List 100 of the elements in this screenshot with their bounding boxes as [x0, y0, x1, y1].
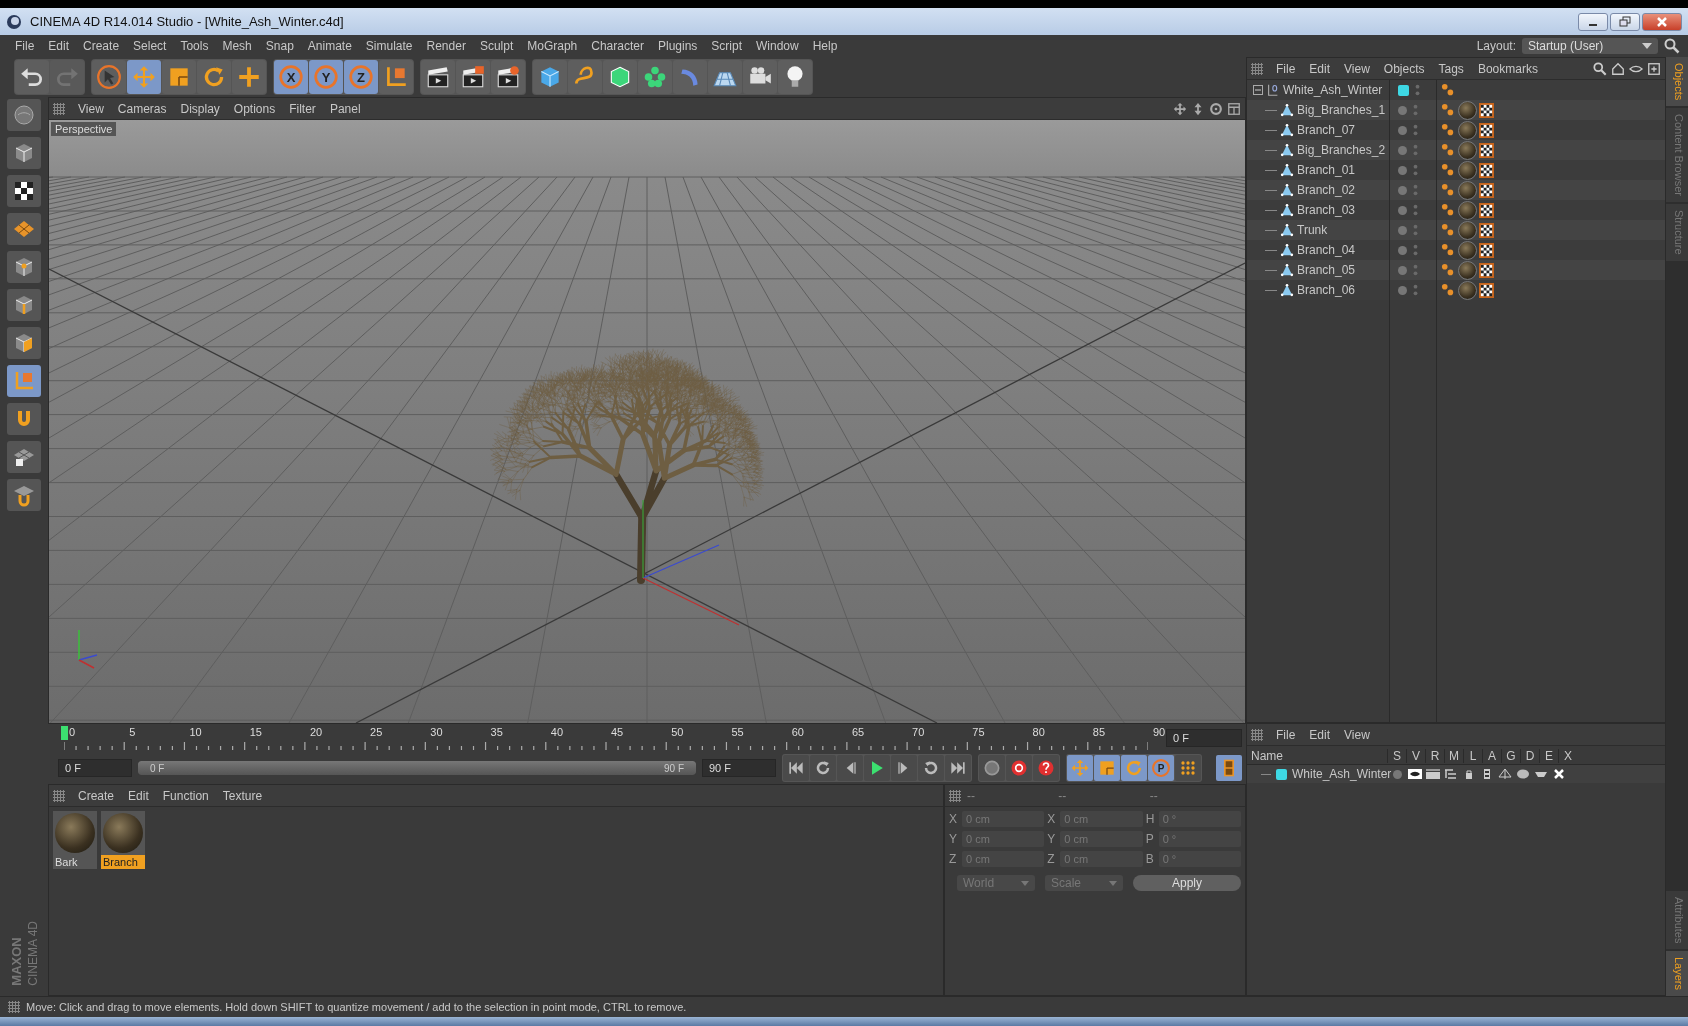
- column-header[interactable]: M: [1444, 749, 1463, 763]
- menu-item[interactable]: File: [1269, 61, 1303, 76]
- object-row[interactable]: Big_Branches_2: [1247, 140, 1665, 160]
- menu-item[interactable]: MoGraph: [520, 39, 585, 53]
- phong-tag-icon[interactable]: [1441, 82, 1456, 98]
- layout-dropdown[interactable]: Startup (User): [1522, 38, 1658, 54]
- phong-tag-icon[interactable]: [1441, 142, 1456, 158]
- workplane-button[interactable]: [7, 213, 41, 245]
- render-picture-button[interactable]: [456, 60, 490, 94]
- menu-item[interactable]: Sculpt: [472, 39, 521, 53]
- menu-item[interactable]: Script: [704, 39, 749, 53]
- end-frame-field[interactable]: 90 F: [702, 759, 776, 777]
- timeline-button[interactable]: [1216, 755, 1242, 781]
- texture-tag-icon[interactable]: [1479, 162, 1494, 178]
- start-frame-field[interactable]: 0 F: [58, 759, 132, 777]
- visibility-dots-icon[interactable]: [1413, 224, 1418, 236]
- magnet-button[interactable]: [7, 403, 41, 435]
- visibility-dots-icon[interactable]: [1413, 204, 1418, 216]
- viewport[interactable]: Perspective: [49, 120, 1245, 723]
- expression-icon[interactable]: [1534, 769, 1548, 779]
- phong-tag-icon[interactable]: [1441, 282, 1456, 298]
- column-header[interactable]: Name: [1247, 749, 1387, 763]
- frame-range-slider[interactable]: 0 F 90 F: [138, 761, 696, 775]
- next-frame-button[interactable]: [891, 755, 917, 781]
- menu-item[interactable]: View: [71, 101, 111, 116]
- visibility-dots-icon[interactable]: [1413, 104, 1418, 116]
- column-header[interactable]: G: [1501, 749, 1520, 763]
- go-end-button[interactable]: [945, 755, 971, 781]
- menu-item[interactable]: Bookmarks: [1470, 61, 1545, 76]
- column-header[interactable]: E: [1539, 749, 1558, 763]
- collapse-icon[interactable]: [1253, 85, 1263, 95]
- pan-icon[interactable]: [1173, 101, 1187, 116]
- grid-lock-button[interactable]: [7, 441, 41, 473]
- key-points-button[interactable]: [1175, 755, 1201, 781]
- material-item[interactable]: Branch: [101, 811, 145, 869]
- column-header[interactable]: A: [1482, 749, 1501, 763]
- phong-tag-icon[interactable]: [1441, 202, 1456, 218]
- generator-icon[interactable]: [1498, 769, 1512, 779]
- column-header[interactable]: V: [1406, 749, 1425, 763]
- object-row[interactable]: Branch_02: [1247, 180, 1665, 200]
- search-icon[interactable]: [1664, 38, 1680, 54]
- floor-button[interactable]: [708, 60, 742, 94]
- menu-item[interactable]: Cameras: [110, 101, 174, 116]
- autokey-button[interactable]: [1033, 755, 1059, 781]
- menu-item[interactable]: Tools: [173, 39, 216, 53]
- column-header[interactable]: D: [1520, 749, 1539, 763]
- points-button[interactable]: [7, 251, 41, 283]
- edges-button[interactable]: [7, 289, 41, 321]
- object-row[interactable]: Big_Branches_1: [1247, 100, 1665, 120]
- visibility-dots-icon[interactable]: [1413, 244, 1418, 256]
- material-item[interactable]: Bark: [53, 811, 97, 869]
- play-button[interactable]: [864, 755, 890, 781]
- visibility-dots-icon[interactable]: [1413, 164, 1418, 176]
- panel-grip-icon[interactable]: [53, 789, 65, 802]
- select-button[interactable]: [92, 60, 126, 94]
- texture-button[interactable]: [7, 175, 41, 207]
- new-window-icon[interactable]: [1647, 61, 1661, 76]
- phong-tag-icon[interactable]: [1441, 182, 1456, 198]
- menu-item[interactable]: Function: [155, 788, 216, 803]
- phong-tag-icon[interactable]: [1441, 262, 1456, 278]
- side-tab[interactable]: Layers: [1666, 950, 1688, 996]
- render-view-button[interactable]: [421, 60, 455, 94]
- layer-row[interactable]: White_Ash_Winter: [1247, 765, 1665, 783]
- side-tab[interactable]: Objects: [1666, 57, 1688, 107]
- visibility-dots-icon[interactable]: [1413, 284, 1418, 296]
- texture-tag-icon[interactable]: [1479, 282, 1494, 298]
- snap-button[interactable]: [7, 479, 41, 511]
- menu-item[interactable]: File: [8, 39, 42, 53]
- menu-item[interactable]: Edit: [121, 788, 156, 803]
- menu-item[interactable]: Snap: [258, 39, 301, 53]
- visibility-dots-icon[interactable]: [1413, 124, 1418, 136]
- menu-item[interactable]: View: [1337, 61, 1377, 76]
- apply-button[interactable]: Apply: [1133, 875, 1241, 891]
- menu-item[interactable]: Display: [173, 101, 227, 116]
- next-key-button[interactable]: [918, 755, 944, 781]
- clapper-icon[interactable]: [1426, 769, 1440, 779]
- menu-item[interactable]: File: [1269, 727, 1303, 742]
- column-header[interactable]: S: [1387, 749, 1406, 763]
- menu-item[interactable]: Select: [126, 39, 174, 53]
- go-start-button[interactable]: [783, 755, 809, 781]
- deformer-icon[interactable]: [1516, 769, 1530, 779]
- menu-item[interactable]: Mesh: [215, 39, 259, 53]
- orbit-icon[interactable]: [1209, 101, 1223, 116]
- menu-item[interactable]: Texture: [215, 788, 270, 803]
- object-row[interactable]: Branch_05: [1247, 260, 1665, 280]
- subdivision-button[interactable]: [603, 60, 637, 94]
- menu-item[interactable]: Simulate: [358, 39, 420, 53]
- phong-tag-icon[interactable]: [1441, 162, 1456, 178]
- undo-button[interactable]: [15, 60, 49, 94]
- texture-tag-icon[interactable]: [1479, 242, 1494, 258]
- texture-tag-icon[interactable]: [1479, 142, 1494, 158]
- menu-item[interactable]: Tags: [1431, 61, 1471, 76]
- model-button[interactable]: [7, 137, 41, 169]
- phong-tag-icon[interactable]: [1441, 102, 1456, 118]
- visibility-dots-icon[interactable]: [1415, 84, 1420, 96]
- hierarchy-icon[interactable]: [1444, 769, 1458, 779]
- add-button[interactable]: [232, 60, 266, 94]
- solo-toggle-icon[interactable]: [1392, 769, 1402, 779]
- panel-grip-icon[interactable]: [1251, 62, 1263, 75]
- home-icon[interactable]: [1611, 61, 1625, 76]
